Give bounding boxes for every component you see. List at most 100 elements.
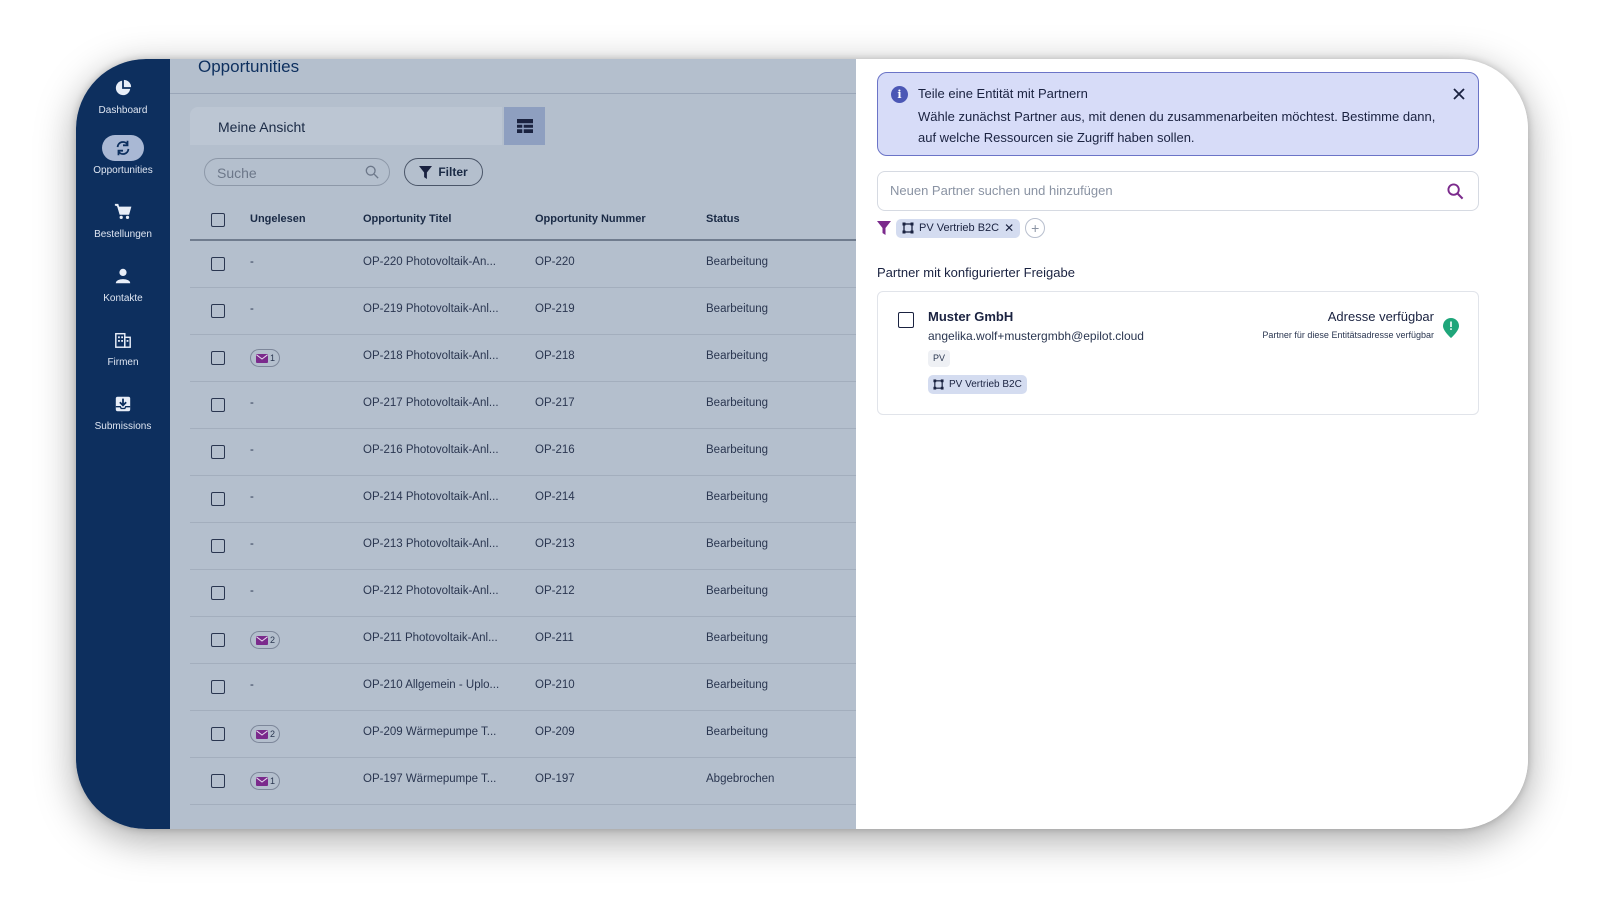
search-input[interactable]: Suche [204, 158, 390, 186]
table-row[interactable]: 1 OP-197 Wärmepumpe T... OP-197 Abgebrochen [190, 758, 872, 805]
row-checkbox[interactable] [211, 351, 225, 365]
opportunities-table: Ungelesen Opportunity Titel Opportunity … [190, 199, 872, 805]
opportunity-title[interactable]: OP-213 Photovoltaik-Anl... [363, 538, 499, 550]
app-frame: Dashboard Opportunities Bestellungen Kon… [76, 59, 1528, 829]
row-checkbox[interactable] [211, 257, 225, 271]
filter-chip[interactable]: PV Vertrieb B2C ✕ [896, 218, 1021, 238]
opportunities-list-area: Opportunities Meine Ansicht Suche Filter… [170, 59, 872, 829]
row-checkbox[interactable] [211, 633, 225, 647]
opportunity-status: Bearbeitung [706, 538, 769, 550]
row-checkbox[interactable] [211, 774, 225, 788]
opportunity-title[interactable]: OP-220 Photovoltaik-An... [363, 256, 496, 268]
opportunity-number: OP-214 [535, 491, 575, 503]
unread-cell: - [250, 491, 254, 503]
column-header-status[interactable]: Status [706, 213, 740, 225]
sidebar-item-kontakte[interactable]: Kontakte [76, 263, 170, 304]
table-row[interactable]: - OP-212 Photovoltaik-Anl... OP-212 Bearbei… [190, 570, 872, 617]
partner-checkbox[interactable] [898, 312, 914, 328]
column-header-title[interactable]: Opportunity Titel [363, 213, 451, 225]
select-all-checkbox[interactable] [211, 213, 225, 227]
table-row[interactable]: 1 OP-218 Photovoltaik-Anl... OP-218 Bearbei… [190, 335, 872, 382]
sidebar-item-firmen[interactable]: Firmen [76, 327, 170, 368]
opportunity-number: OP-219 [535, 303, 575, 315]
table-row[interactable]: - OP-214 Photovoltaik-Anl... OP-214 Bearbei… [190, 476, 872, 523]
refresh-icon [102, 135, 144, 161]
opportunity-number: OP-212 [535, 585, 575, 597]
opportunity-title[interactable]: OP-216 Photovoltaik-Anl... [363, 444, 499, 456]
filter-button[interactable]: Filter [404, 158, 483, 186]
table-row[interactable]: 2 OP-209 Wärmepumpe T... OP-209 Bearbeitung [190, 711, 872, 758]
remove-chip-icon[interactable]: ✕ [1004, 221, 1014, 235]
partner-tag: PV [928, 350, 951, 367]
opportunity-number: OP-218 [535, 350, 575, 362]
address-status-detail: Partner für diese Entitätsadresse verfüg… [1262, 330, 1434, 340]
add-filter-button[interactable]: + [1025, 218, 1046, 238]
sidebar-item-submissions[interactable]: Submissions [76, 391, 170, 432]
unread-cell: - [250, 538, 254, 550]
table-row[interactable]: - OP-213 Photovoltaik-Anl... OP-213 Bearbei… [190, 523, 872, 570]
opportunity-number: OP-213 [535, 538, 575, 550]
opportunity-status: Bearbeitung [706, 350, 769, 362]
sidebar-item-label: Bestellungen [94, 229, 152, 240]
filter-icon [419, 165, 433, 179]
location-pin-icon [1443, 318, 1459, 338]
close-icon[interactable] [1451, 86, 1467, 102]
row-checkbox[interactable] [211, 727, 225, 741]
unread-cell: - [250, 679, 254, 691]
table-view-button[interactable] [504, 107, 545, 145]
sidebar-item-opportunities[interactable]: Opportunities [76, 135, 170, 176]
opportunity-title[interactable]: OP-210 Allgemein - Uplo... [363, 679, 499, 691]
column-header-number[interactable]: Opportunity Nummer [535, 213, 646, 225]
unread-count: 2 [270, 729, 276, 739]
table-row[interactable]: - OP-220 Photovoltaik-An... OP-220 Bearbeit… [190, 241, 872, 288]
partner-search-placeholder: Neuen Partner suchen und hinzufügen [890, 183, 1113, 198]
opportunity-title[interactable]: OP-219 Photovoltaik-Anl... [363, 303, 499, 315]
row-checkbox[interactable] [211, 539, 225, 553]
sidebar-item-bestellungen[interactable]: Bestellungen [76, 199, 170, 240]
row-checkbox[interactable] [211, 304, 225, 318]
info-alert: i Teile eine Entität mit Partnern Wähle … [877, 72, 1479, 156]
opportunity-status: Bearbeitung [706, 679, 769, 691]
alert-text: Wähle zunächst Partner aus, mit denen du… [918, 109, 1436, 145]
opportunity-title[interactable]: OP-217 Photovoltaik-Anl... [363, 397, 499, 409]
sidebar-item-dashboard[interactable]: Dashboard [76, 75, 170, 116]
table-row[interactable]: - OP-216 Photovoltaik-Anl... OP-216 Bearbei… [190, 429, 872, 476]
partner-search-input[interactable]: Neuen Partner suchen und hinzufügen [877, 171, 1479, 211]
table-row[interactable]: - OP-217 Photovoltaik-Anl... OP-217 Bearbei… [190, 382, 872, 429]
opportunity-title[interactable]: OP-214 Photovoltaik-Anl... [363, 491, 499, 503]
opportunity-number: OP-217 [535, 397, 575, 409]
search-placeholder: Suche [217, 165, 257, 181]
row-checkbox[interactable] [211, 680, 225, 694]
opportunity-number: OP-220 [535, 256, 575, 268]
group-icon [933, 379, 944, 390]
search-icon[interactable] [1447, 183, 1464, 200]
table-row[interactable]: 2 OP-211 Photovoltaik-Anl... OP-211 Bearbei… [190, 617, 872, 664]
view-tab[interactable]: Meine Ansicht [190, 107, 502, 145]
cart-icon [102, 199, 144, 225]
opportunity-title[interactable]: OP-209 Wärmepumpe T... [363, 726, 496, 738]
opportunity-status: Bearbeitung [706, 256, 769, 268]
row-checkbox[interactable] [211, 445, 225, 459]
column-header-unread[interactable]: Ungelesen [250, 213, 306, 225]
opportunity-title[interactable]: OP-218 Photovoltaik-Anl... [363, 350, 499, 362]
opportunity-title[interactable]: OP-212 Photovoltaik-Anl... [363, 585, 499, 597]
address-status: Adresse verfügbar [1327, 309, 1434, 324]
inbox-download-icon [102, 391, 144, 417]
opportunity-status: Bearbeitung [706, 585, 769, 597]
mail-icon [256, 776, 268, 786]
table-row[interactable]: - OP-210 Allgemein - Uplo... OP-210 Bearbei… [190, 664, 872, 711]
sidebar-item-label: Firmen [107, 357, 139, 368]
sidebar-item-label: Dashboard [98, 105, 148, 116]
unread-badge: 2 [250, 725, 281, 743]
opportunity-status: Bearbeitung [706, 632, 769, 644]
opportunity-status: Bearbeitung [706, 303, 769, 315]
table-header: Ungelesen Opportunity Titel Opportunity … [190, 199, 872, 241]
opportunity-title[interactable]: OP-211 Photovoltaik-Anl... [363, 632, 498, 644]
row-checkbox[interactable] [211, 398, 225, 412]
opportunity-title[interactable]: OP-197 Wärmepumpe T... [363, 773, 496, 785]
mail-icon [256, 635, 268, 645]
row-checkbox[interactable] [211, 492, 225, 506]
row-checkbox[interactable] [211, 586, 225, 600]
opportunity-number: OP-209 [535, 726, 575, 738]
table-row[interactable]: - OP-219 Photovoltaik-Anl... OP-219 Bearbei… [190, 288, 872, 335]
